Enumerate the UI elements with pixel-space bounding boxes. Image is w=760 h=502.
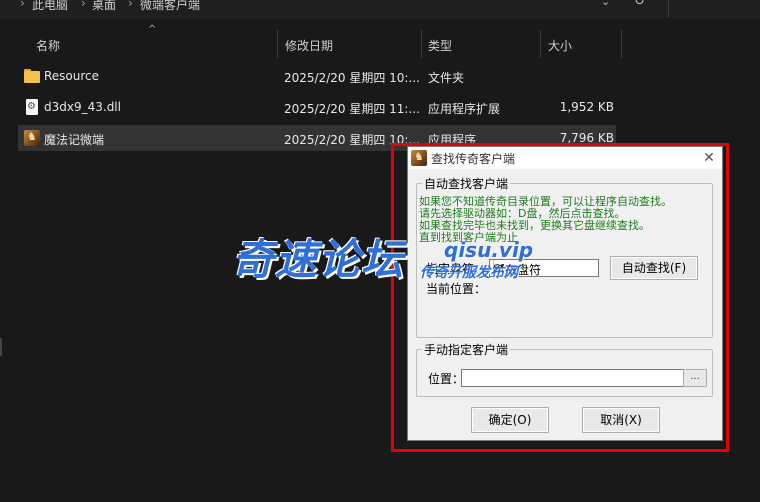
close-icon[interactable]: ✕ <box>698 147 720 169</box>
browse-button[interactable]: ... <box>683 369 707 387</box>
watermark-subtitle: 传奇开服发布网 <box>420 265 518 281</box>
breadcrumb-separator: › <box>128 0 133 10</box>
file-size: 7,796 KB <box>559 131 614 145</box>
column-header-date[interactable]: 修改日期 <box>285 37 333 54</box>
breadcrumb-separator: › <box>81 0 86 10</box>
file-row-resource[interactable]: Resource 2025/2/20 星期四 10:... 文件夹 <box>18 63 616 89</box>
chevron-down-icon[interactable]: ⌄ <box>601 0 610 8</box>
file-type: 文件夹 <box>428 71 465 85</box>
refresh-icon[interactable]: ↻ <box>634 0 645 9</box>
sort-ascending-icon: ^ <box>148 24 157 35</box>
breadcrumb-desktop[interactable]: 桌面 <box>92 0 116 13</box>
app-icon: ♞ <box>411 150 427 166</box>
file-date: 2025/2/20 星期四 10:... <box>284 71 420 85</box>
folder-icon <box>24 68 40 84</box>
auto-find-button[interactable]: 自动查找(F) <box>610 256 698 280</box>
location-label: 位置： <box>428 372 465 386</box>
breadcrumb-this-pc[interactable]: 此电脑 <box>32 0 68 13</box>
watermark-domain: qisu.vip <box>444 238 534 262</box>
find-client-dialog: ♞ 查找传奇客户端 ✕ 自动查找客户端 如果您不知道传奇目录位置，可以让程序自动… <box>407 146 723 441</box>
file-name: Resource <box>44 69 100 83</box>
dialog-title-bar[interactable]: ♞ 查找传奇客户端 ✕ <box>408 147 722 169</box>
column-header-size[interactable]: 大小 <box>548 37 572 54</box>
breadcrumb-current-folder[interactable]: 微端客户端 <box>140 0 200 13</box>
current-location-label: 当前位置： <box>426 282 487 296</box>
column-divider[interactable] <box>621 30 622 58</box>
dialog-title: 查找传奇客户端 <box>431 152 516 166</box>
location-input[interactable] <box>461 369 685 387</box>
toolbar-divider <box>668 0 669 18</box>
column-divider[interactable] <box>277 30 278 58</box>
cancel-button[interactable]: 取消(X) <box>582 407 660 433</box>
ok-button[interactable]: 确定(O) <box>471 407 549 433</box>
auto-find-group-title: 自动查找客户端 <box>422 175 511 192</box>
file-size: 1,952 KB <box>559 100 614 114</box>
column-divider[interactable] <box>540 30 541 58</box>
scrollbar[interactable] <box>0 338 2 356</box>
info-text: 如果您不知道传奇目录位置，可以让程序自动查找。 请先选择驱动器如：D盘，然后点击… <box>419 196 672 244</box>
watermark-text: 奇速论坛 <box>232 235 405 284</box>
column-header-type[interactable]: 类型 <box>428 37 452 54</box>
breadcrumb-separator: › <box>20 0 25 10</box>
address-bar: › 此电脑 › 桌面 › 微端客户端 ⌄ ↻ <box>0 0 760 18</box>
manual-group-title: 手动指定客户端 <box>422 341 511 358</box>
file-row-dll[interactable]: ⚙ d3dx9_43.dll 2025/2/20 星期四 11:... 应用程序… <box>18 94 616 120</box>
column-divider[interactable] <box>421 30 422 58</box>
column-header-name[interactable]: 名称 <box>36 37 60 54</box>
